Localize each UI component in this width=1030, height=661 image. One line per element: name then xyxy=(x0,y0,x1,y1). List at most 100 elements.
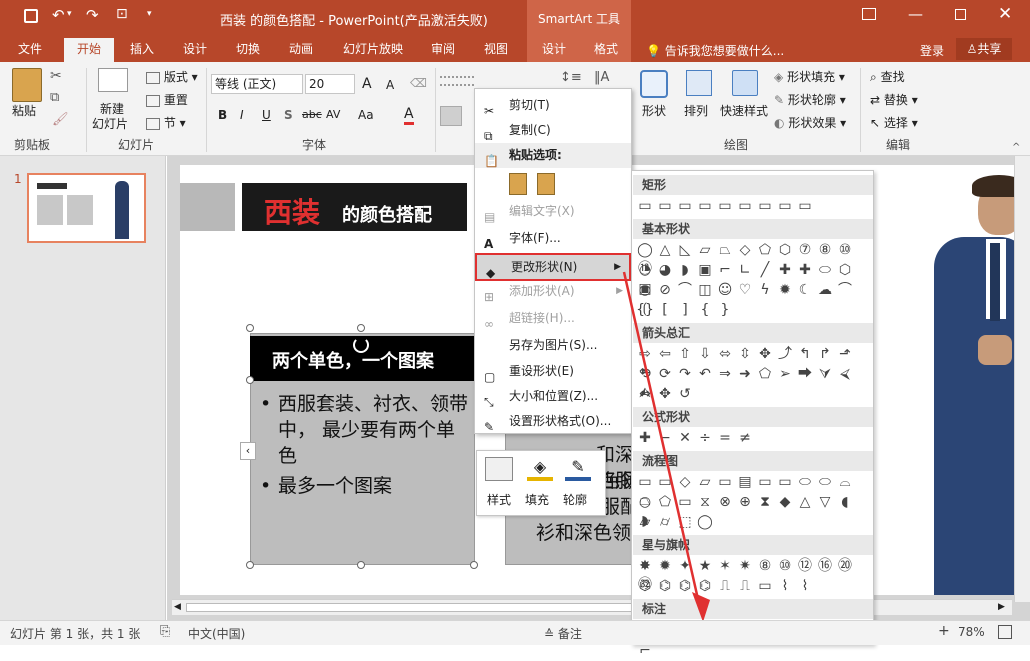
fill-icon[interactable]: ◈ xyxy=(527,457,553,481)
shape-effects-button[interactable]: ◐ 形状效果 ▾ xyxy=(774,114,846,131)
resize-handle[interactable] xyxy=(246,324,254,332)
shadow-button[interactable]: S xyxy=(284,108,293,122)
outline-icon[interactable]: ✎ xyxy=(565,457,591,481)
outline-button[interactable]: 轮廓 xyxy=(563,491,587,508)
resize-handle[interactable] xyxy=(246,561,254,569)
zoom-in-icon[interactable]: + xyxy=(938,623,950,639)
group-drawing-label: 绘图 xyxy=(724,138,749,152)
font-color-button[interactable]: A xyxy=(404,106,414,125)
paste-keep-format-icon[interactable] xyxy=(509,173,527,195)
clear-format-icon[interactable]: ⌫ xyxy=(410,76,427,90)
tell-me-box[interactable]: 💡 告诉我您想要做什么... xyxy=(646,42,784,59)
menu-copy[interactable]: ⧉ 复制(C) xyxy=(475,118,631,143)
paste-button[interactable]: 粘贴 xyxy=(12,102,36,119)
arrange-icon[interactable] xyxy=(686,70,712,96)
shapes-button[interactable]: 形状 xyxy=(642,102,666,119)
scroll-right-icon[interactable]: ▶ xyxy=(998,602,1005,612)
tab-transitions[interactable]: 切换 xyxy=(228,36,268,62)
menu-edit-text[interactable]: ▤ 编辑文字(X) xyxy=(475,199,631,224)
tab-design[interactable]: 设计 xyxy=(175,36,215,62)
signin-link[interactable]: 登录 xyxy=(920,42,944,59)
tab-home[interactable]: 开始 xyxy=(64,38,114,62)
style-icon[interactable] xyxy=(485,457,513,481)
tab-smartart-design[interactable]: 设计 xyxy=(531,36,577,62)
shrink-font-icon[interactable]: A xyxy=(386,78,394,92)
align-left-icon[interactable] xyxy=(440,106,462,126)
new-slide-label-2[interactable]: 幻灯片 xyxy=(92,115,128,132)
menu-cut[interactable]: ✂ 剪切(T) xyxy=(475,93,631,118)
fit-slide-icon[interactable] xyxy=(998,625,1012,639)
font-size-combo[interactable]: 20 xyxy=(305,74,355,94)
text-pane-toggle[interactable]: ‹ xyxy=(240,442,256,460)
underline-button[interactable]: U xyxy=(262,108,271,122)
tab-insert[interactable]: 插入 xyxy=(122,36,162,62)
minimize-icon[interactable]: — xyxy=(908,5,923,23)
tab-view[interactable]: 视图 xyxy=(476,36,516,62)
change-case-button[interactable]: Aa xyxy=(358,108,374,122)
ribbon-display-icon[interactable] xyxy=(862,8,876,20)
tab-smartart-format[interactable]: 格式 xyxy=(583,36,629,62)
tab-animations[interactable]: 动画 xyxy=(281,36,321,62)
shape-row[interactable]: ◯ △ ◺ ▱ ⏢ ◇ ⬠ ⬡ ⑦ ⑧ ⑩⑫ xyxy=(635,241,873,277)
cut-icon[interactable]: ✂ xyxy=(50,68,62,84)
language-indicator[interactable]: 中文(中国) xyxy=(188,625,245,642)
shapes-icon[interactable] xyxy=(640,70,668,98)
style-button[interactable]: 样式 xyxy=(487,491,511,508)
tab-file[interactable]: 文件 xyxy=(10,36,50,62)
line-spacing-icon[interactable]: ↕≡ xyxy=(560,70,582,85)
resize-handle[interactable] xyxy=(246,376,254,384)
quick-styles-button[interactable]: 快速样式 xyxy=(720,102,768,119)
reset-button[interactable]: 重置 xyxy=(146,91,188,108)
paste-as-picture-icon[interactable] xyxy=(537,173,555,195)
collapse-ribbon-icon[interactable]: ^ xyxy=(1012,142,1020,153)
scroll-left-icon[interactable]: ◀ xyxy=(174,602,181,612)
font-name-combo[interactable]: 等线 (正文) xyxy=(211,74,303,94)
copy-icon[interactable]: ⧉ xyxy=(50,90,59,105)
undo-icon[interactable]: ↶ xyxy=(52,6,65,24)
resize-handle[interactable] xyxy=(357,561,365,569)
tab-slideshow[interactable]: 幻灯片放映 xyxy=(338,36,408,62)
notes-button[interactable]: ≙ 备注 xyxy=(544,625,582,642)
format-painter-icon[interactable]: 🖌 xyxy=(52,112,69,127)
customize-qat-icon[interactable]: ▾ xyxy=(147,9,152,19)
slide-thumbnail[interactable] xyxy=(27,173,146,243)
tab-review[interactable]: 审阅 xyxy=(423,36,463,62)
redo-icon[interactable]: ↷ xyxy=(86,6,99,24)
rotate-handle-icon[interactable] xyxy=(353,337,369,353)
layout-button[interactable]: 版式 ▾ xyxy=(146,68,198,85)
char-spacing-button[interactable]: AV xyxy=(326,108,340,121)
new-slide-icon[interactable] xyxy=(98,68,128,92)
maximize-icon[interactable] xyxy=(955,9,966,20)
spellcheck-icon[interactable]: ⎘ xyxy=(160,624,170,639)
paste-icon[interactable] xyxy=(12,68,42,102)
arrange-button[interactable]: 排列 xyxy=(684,102,708,119)
zoom-level[interactable]: 78% xyxy=(958,625,985,639)
bullets-icon[interactable] xyxy=(440,76,474,86)
quick-styles-icon[interactable] xyxy=(732,70,758,96)
vertical-scrollbar[interactable] xyxy=(1014,156,1030,602)
resize-handle[interactable] xyxy=(470,561,478,569)
strikethrough-button[interactable]: abc xyxy=(302,108,322,121)
grow-font-icon[interactable]: A xyxy=(362,76,372,92)
find-button[interactable]: ⌕ 查找 xyxy=(870,68,905,85)
shape-fill-button[interactable]: ◈ 形状填充 ▾ xyxy=(774,68,845,85)
present-icon[interactable]: ⊡ xyxy=(116,6,128,22)
fill-button[interactable]: 填充 xyxy=(525,491,549,508)
text-direction-icon[interactable]: ‖A xyxy=(594,70,609,85)
save-icon[interactable] xyxy=(24,9,38,23)
slide-info[interactable]: 幻灯片 第 1 张，共 1 张 xyxy=(10,625,140,642)
select-button[interactable]: ↖ 选择 ▾ xyxy=(870,114,918,131)
horizontal-scrollbar[interactable]: ◀ ▶ xyxy=(172,599,1012,615)
undo-dropdown-icon[interactable]: ▾ xyxy=(67,9,72,19)
shape-row[interactable]: ▭ ▭ ▭ ▭ ▭ ▭ ▭ ▭ ▭ xyxy=(635,197,815,216)
shape-outline-button[interactable]: ✎ 形状轮廓 ▾ xyxy=(774,91,846,108)
bold-button[interactable]: B xyxy=(218,108,227,122)
scroll-thumb[interactable] xyxy=(186,603,636,612)
replace-button[interactable]: ⇄ 替换 ▾ xyxy=(870,91,918,108)
resize-handle[interactable] xyxy=(357,324,365,332)
close-icon[interactable]: ✕ xyxy=(998,4,1012,24)
section-button[interactable]: 节 ▾ xyxy=(146,114,186,131)
share-button[interactable]: ♙共享 xyxy=(956,38,1012,60)
menu-font[interactable]: A 字体(F)... xyxy=(475,226,631,251)
italic-button[interactable]: I xyxy=(240,108,244,122)
